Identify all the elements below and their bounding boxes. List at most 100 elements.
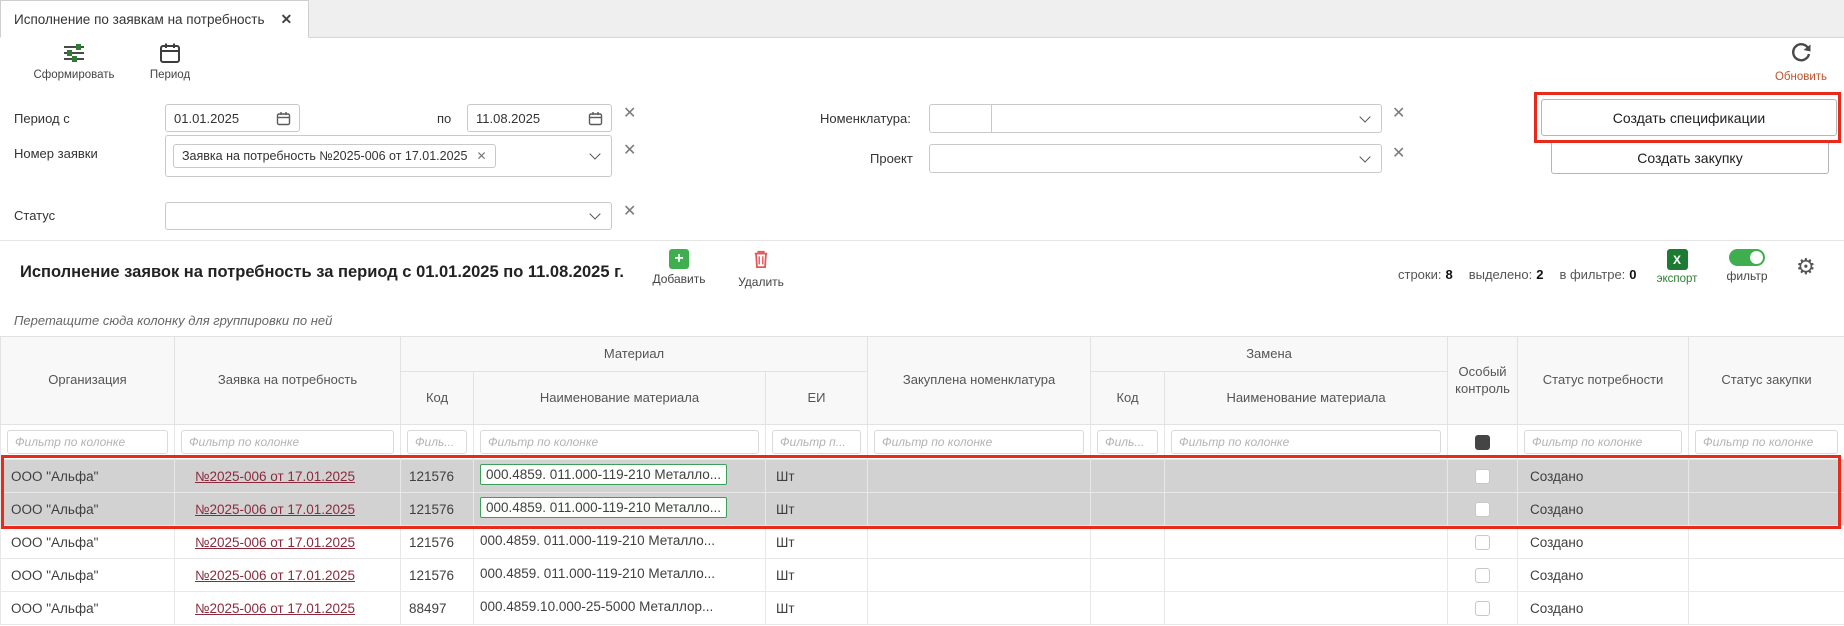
cell-purchased-nomenclature (868, 460, 1091, 493)
request-link[interactable]: №2025-006 от 17.01.2025 (195, 601, 355, 616)
filter-toggle-label: фильтр (1726, 269, 1767, 283)
filter-cell (474, 425, 766, 460)
plus-icon: + (669, 249, 689, 269)
column-filter-input[interactable] (874, 430, 1084, 454)
col-header-special-control[interactable]: Особый контроль (1448, 337, 1518, 425)
special-control-checkbox[interactable] (1475, 601, 1490, 616)
table-row[interactable]: ООО "Альфа"№2025-006 от 17.01.2025884970… (1, 592, 1844, 625)
create-purchase-button[interactable]: Создать закупку (1551, 141, 1829, 174)
table-row[interactable]: ООО "Альфа"№2025-006 от 17.01.2025121576… (1, 493, 1844, 526)
col-header-request[interactable]: Заявка на потребность (175, 337, 401, 425)
filter-cell (868, 425, 1091, 460)
filter-cell (1165, 425, 1448, 460)
calendar-icon[interactable] (588, 111, 603, 126)
table-row[interactable]: ООО "Альфа"№2025-006 от 17.01.2025121576… (1, 460, 1844, 493)
chevron-down-icon[interactable] (1359, 111, 1370, 122)
column-filter-input[interactable] (1695, 430, 1838, 454)
material-name: 000.4859. 011.000-119-210 Металло... (480, 497, 727, 518)
cell-special-control (1448, 559, 1518, 592)
nomenclature-clear-icon[interactable]: ✕ (1392, 106, 1405, 122)
request-link[interactable]: №2025-006 от 17.01.2025 (195, 535, 355, 550)
period-to-input[interactable] (467, 104, 612, 132)
column-filter-input[interactable] (1171, 430, 1441, 454)
cell-organization: ООО "Альфа" (1, 592, 175, 625)
column-filter-input[interactable] (772, 430, 861, 454)
period-from-input[interactable] (165, 104, 300, 132)
period-to-value[interactable] (476, 111, 588, 126)
period-from-value[interactable] (174, 111, 276, 126)
gear-icon[interactable]: ⚙ (1796, 256, 1816, 278)
cell-organization: ООО "Альфа" (1, 559, 175, 592)
band-header-replacement[interactable]: Замена (1091, 337, 1448, 372)
request-tag-remove-icon[interactable]: ✕ (476, 149, 486, 163)
delete-button[interactable]: Удалить (730, 249, 792, 289)
col-header-status-purchase[interactable]: Статус закупки (1689, 337, 1844, 425)
create-specifications-button[interactable]: Создать спецификации (1541, 99, 1837, 136)
special-control-checkbox[interactable] (1475, 568, 1490, 583)
refresh-button[interactable]: Обновить (1768, 42, 1834, 83)
tab-title: Исполнение по заявкам на потребность (14, 12, 265, 27)
status-combo[interactable] (165, 202, 612, 230)
special-control-checkbox[interactable] (1475, 469, 1490, 484)
column-filter-input[interactable] (407, 430, 467, 454)
request-link[interactable]: №2025-006 от 17.01.2025 (195, 502, 355, 517)
request-clear-icon[interactable]: ✕ (623, 143, 636, 159)
filter-cell (1518, 425, 1689, 460)
cell-material-name: 000.4859. 011.000-119-210 Металло... (474, 559, 766, 592)
filter-toggle-button[interactable]: фильтр (1718, 249, 1776, 283)
cell-status-need: Создано (1518, 460, 1689, 493)
col-header-organization[interactable]: Организация (1, 337, 175, 425)
tab-requests-execution[interactable]: Исполнение по заявкам на потребность ✕ (0, 0, 309, 38)
cell-purchased-nomenclature (868, 526, 1091, 559)
table-row[interactable]: ООО "Альфа"№2025-006 от 17.01.2025121576… (1, 526, 1844, 559)
request-number-combo[interactable]: Заявка на потребность №2025-006 от 17.01… (165, 135, 612, 177)
cell-special-control (1448, 493, 1518, 526)
status-clear-icon[interactable]: ✕ (623, 204, 636, 220)
col-header-material-name[interactable]: Наименование материала (474, 372, 766, 425)
add-button[interactable]: + Добавить (648, 249, 710, 286)
col-header-replacement-code[interactable]: Код (1091, 372, 1165, 425)
calendar-icon[interactable] (276, 111, 291, 126)
band-header-material[interactable]: Материал (401, 337, 868, 372)
cell-request: №2025-006 от 17.01.2025 (175, 559, 401, 592)
generate-button[interactable]: Сформировать (26, 42, 122, 81)
col-header-status-need[interactable]: Статус потребности (1518, 337, 1689, 425)
delete-label: Удалить (738, 275, 784, 289)
project-clear-icon[interactable]: ✕ (1392, 146, 1405, 162)
project-combo[interactable] (929, 144, 1382, 173)
cell-organization: ООО "Альфа" (1, 493, 175, 526)
cell-purchased-nomenclature (868, 559, 1091, 592)
column-filter-input[interactable] (7, 430, 168, 454)
request-link[interactable]: №2025-006 от 17.01.2025 (195, 568, 355, 583)
nomenclature-prefix-input[interactable] (930, 105, 992, 132)
chevron-down-icon[interactable] (1359, 151, 1370, 162)
col-header-material-code[interactable]: Код (401, 372, 474, 425)
col-header-purchased-nomenclature[interactable]: Закуплена номенклатура (868, 337, 1091, 425)
col-header-replacement-name[interactable]: Наименование материала (1165, 372, 1448, 425)
rows-counter: строки:8 (1398, 267, 1453, 282)
column-filter-input[interactable] (1524, 430, 1682, 454)
export-button[interactable]: X экспорт (1648, 249, 1706, 285)
special-control-checkbox[interactable] (1475, 502, 1490, 517)
column-filter-input[interactable] (1097, 430, 1158, 454)
col-header-unit[interactable]: ЕИ (766, 372, 868, 425)
request-link[interactable]: №2025-006 от 17.01.2025 (195, 469, 355, 484)
cell-status-purchase (1689, 460, 1844, 493)
cell-special-control (1448, 592, 1518, 625)
filter-cell (1689, 425, 1844, 460)
table-row[interactable]: ООО "Альфа"№2025-006 от 17.01.2025121576… (1, 559, 1844, 592)
generate-icon (62, 42, 86, 67)
column-filter-input[interactable] (480, 430, 759, 454)
nomenclature-combo[interactable] (929, 104, 1382, 133)
column-filter-input[interactable] (181, 430, 394, 454)
special-control-checkbox[interactable] (1475, 535, 1490, 550)
chevron-down-icon[interactable] (589, 208, 600, 219)
tab-close-icon[interactable]: ✕ (281, 11, 293, 28)
period-clear-icon[interactable]: ✕ (623, 106, 636, 122)
chevron-down-icon[interactable] (589, 148, 600, 159)
toggle-on-icon[interactable] (1729, 249, 1765, 266)
cell-replacement-code (1091, 559, 1165, 592)
special-control-filter-checkbox[interactable] (1475, 435, 1490, 450)
grid-title: Исполнение заявок на потребность за пери… (20, 263, 624, 282)
period-button[interactable]: Период (138, 42, 202, 81)
